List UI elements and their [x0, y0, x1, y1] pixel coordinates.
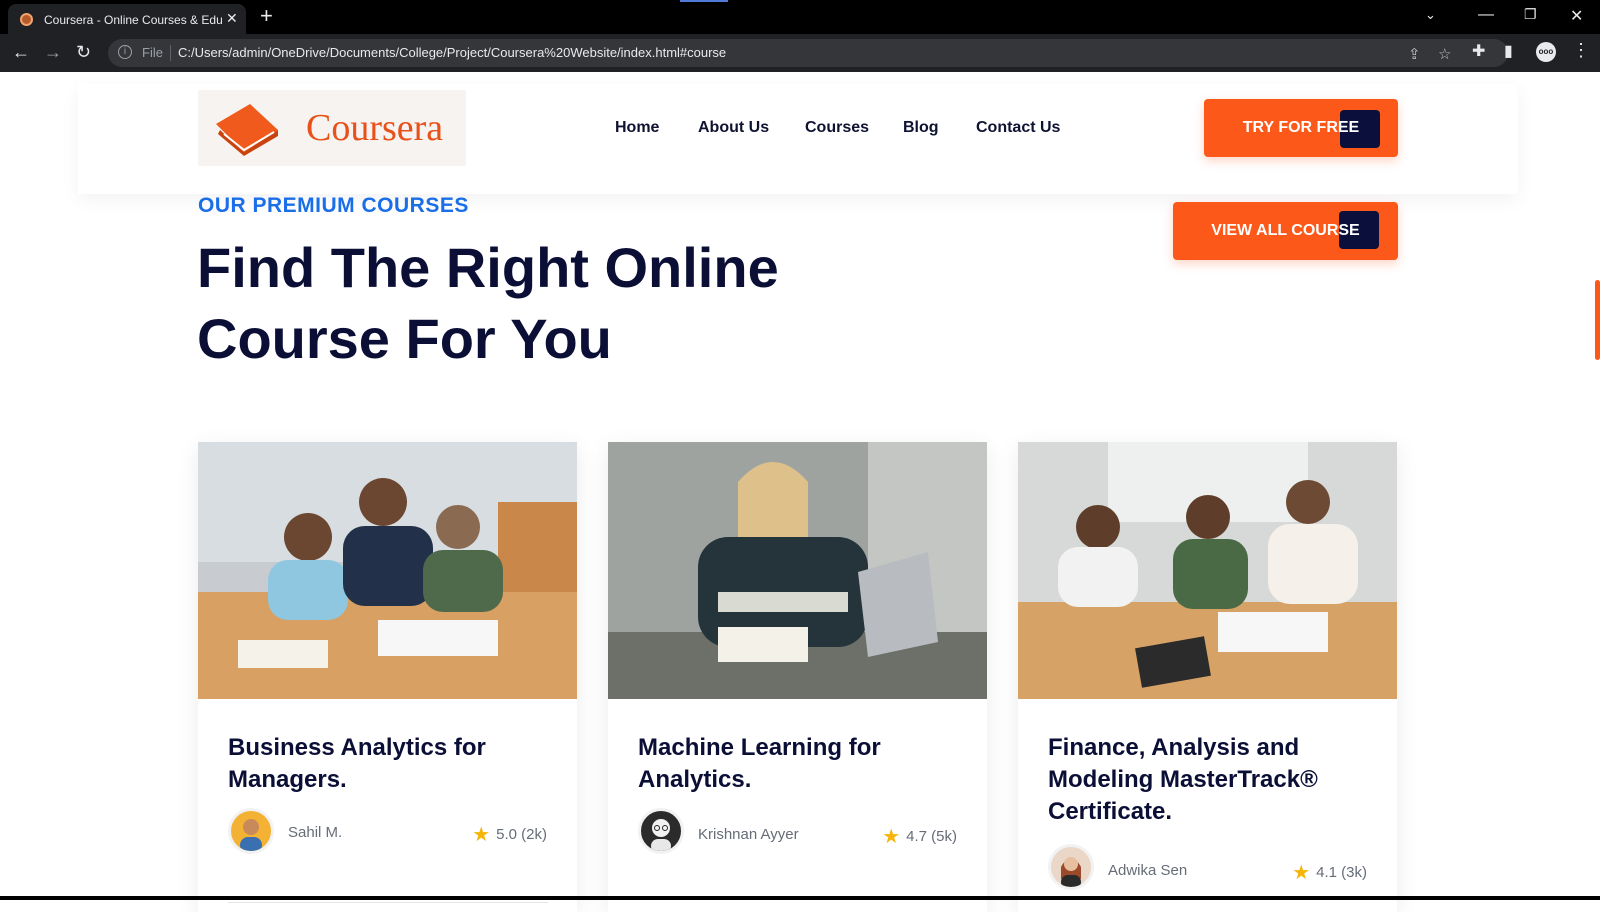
browser-toolbar: ← → ↻ i File C:/Users/admin/OneDrive/Doc… — [0, 34, 1600, 72]
nav-link-home[interactable]: Home — [615, 119, 659, 137]
headline-line-1: Find The Right Online — [197, 236, 779, 299]
forward-arrow-icon[interactable]: → — [44, 42, 62, 63]
view-all-course-label: VIEW ALL COURSE — [1211, 222, 1360, 239]
close-window-icon[interactable]: ✕ — [1570, 6, 1583, 26]
instructor-avatar-icon — [240, 819, 262, 851]
browser-tab-bar: Coursera - Online Courses & Edu ✕ + ⌄ — … — [0, 0, 1600, 34]
coursera-favicon-icon — [20, 13, 33, 26]
page-content: Coursera Home About Us Courses Blog Cont… — [0, 72, 1600, 912]
course-rating: ★ 4.1 (3k) — [1292, 860, 1367, 885]
tab-title: Coursera - Online Courses & Edu — [44, 13, 223, 27]
instructor-avatar — [1048, 844, 1094, 890]
site-info-icon[interactable]: i — [118, 45, 132, 59]
tab-strip-accent — [680, 0, 728, 2]
tab-search-chevron-icon[interactable]: ⌄ — [1425, 7, 1436, 23]
rating-value: 5.0 (2k) — [496, 826, 547, 843]
address-scheme-label: File — [142, 45, 163, 60]
view-all-course-button[interactable]: VIEW ALL COURSE — [1173, 202, 1398, 260]
star-icon: ★ — [882, 826, 901, 848]
tab-close-icon[interactable]: ✕ — [226, 10, 238, 27]
star-icon: ★ — [1292, 862, 1311, 884]
window-bottom-edge — [0, 896, 1600, 900]
profile-avatar[interactable]: ooo — [1536, 42, 1556, 62]
instructor-avatar — [638, 808, 684, 854]
side-panel-icon[interactable]: ▮ — [1504, 41, 1513, 61]
back-arrow-icon[interactable]: ← — [12, 42, 30, 63]
section-headline: Find The Right Online Course For You — [197, 232, 837, 374]
instructor-name: Adwika Sen — [1108, 862, 1188, 879]
course-rating: ★ 4.7 (5k) — [882, 824, 957, 849]
address-bar[interactable]: i File C:/Users/admin/OneDrive/Documents… — [108, 39, 1508, 67]
card-divider — [228, 902, 548, 903]
rating-value: 4.7 (5k) — [906, 828, 957, 845]
course-card[interactable]: Business Analytics for Managers. Sahil M… — [198, 442, 577, 912]
headline-line-2: Course For You — [197, 307, 612, 370]
course-card[interactable]: Finance, Analysis and Modeling MasterTra… — [1018, 442, 1397, 912]
minimize-icon[interactable]: — — [1478, 6, 1494, 24]
course-title[interactable]: Business Analytics for Managers. — [228, 732, 558, 796]
course-title[interactable]: Finance, Analysis and Modeling MasterTra… — [1048, 732, 1378, 828]
address-url[interactable]: C:/Users/admin/OneDrive/Documents/Colleg… — [178, 45, 726, 60]
course-image-students-group — [198, 442, 577, 699]
try-for-free-label: TRY FOR FREE — [1242, 119, 1360, 136]
course-rating: ★ 5.0 (2k) — [472, 822, 547, 847]
instructor-avatar-icon — [651, 819, 671, 851]
nav-link-about[interactable]: About Us — [698, 119, 769, 137]
brand-name: Coursera — [306, 107, 444, 149]
restore-icon[interactable]: ❐ — [1524, 6, 1537, 23]
address-separator — [170, 45, 171, 61]
page-scrollbar[interactable] — [1592, 72, 1600, 900]
bookmark-star-icon[interactable]: ☆ — [1438, 45, 1451, 63]
course-card[interactable]: Machine Learning for Analytics. Krishnan… — [608, 442, 987, 912]
site-logo[interactable]: Coursera — [198, 90, 466, 166]
browser-menu-icon[interactable]: ⋮ — [1572, 40, 1590, 61]
new-tab-button[interactable]: + — [260, 3, 273, 29]
course-image-woman-laptop — [608, 442, 987, 699]
nav-link-contact[interactable]: Contact Us — [976, 119, 1060, 137]
star-icon: ★ — [472, 824, 491, 846]
course-image-students-table — [1018, 442, 1397, 699]
reload-icon[interactable]: ↻ — [76, 42, 91, 63]
rating-value: 4.1 (3k) — [1316, 864, 1367, 881]
book-logo-icon — [216, 104, 278, 156]
try-for-free-button[interactable]: TRY FOR FREE — [1204, 99, 1398, 157]
instructor-avatar — [228, 808, 274, 854]
section-eyebrow: OUR PREMIUM COURSES — [198, 194, 469, 217]
extensions-puzzle-icon[interactable]: ✚ — [1472, 41, 1485, 61]
instructor-name: Sahil M. — [288, 824, 343, 841]
instructor-name: Krishnan Ayyer — [698, 826, 799, 843]
nav-link-courses[interactable]: Courses — [805, 119, 869, 137]
share-icon[interactable]: ⇪ — [1408, 45, 1421, 63]
instructor-avatar-icon — [1061, 857, 1081, 887]
browser-tab-active[interactable]: Coursera - Online Courses & Edu ✕ — [8, 4, 246, 34]
nav-link-blog[interactable]: Blog — [903, 119, 939, 137]
course-title[interactable]: Machine Learning for Analytics. — [638, 732, 968, 796]
scrollbar-thumb[interactable] — [1595, 280, 1600, 360]
